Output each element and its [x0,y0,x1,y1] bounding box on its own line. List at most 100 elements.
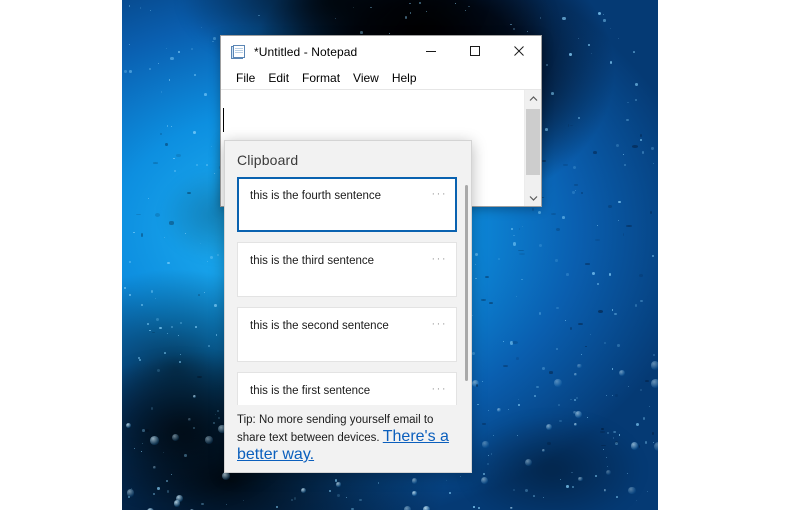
wallpaper-bubble [171,433,180,442]
wallpaper-speck [200,502,204,506]
chevron-down-icon[interactable] [525,189,541,206]
menu-item-edit[interactable]: Edit [262,70,296,87]
wallpaper-speck [555,259,558,262]
wallpaper-speck [216,410,219,413]
more-options-icon[interactable]: ··· [432,254,448,265]
wallpaper-speck [503,341,505,343]
wallpaper-bubble [125,422,132,429]
wallpaper-speck [609,27,611,29]
wallpaper-speck [643,417,646,420]
wallpaper-speck [337,493,341,497]
clipboard-scrollbar[interactable] [465,185,468,381]
wallpaper-speck [607,466,608,467]
menu-item-help[interactable]: Help [386,70,424,87]
wallpaper-bubble [650,361,658,371]
wallpaper-speck [184,453,188,457]
wallpaper-speck [617,200,621,204]
wallpaper-bubble [192,395,196,399]
wallpaper-speck [537,211,541,215]
wallpaper-fleck [518,249,524,252]
wallpaper-bubble [546,423,553,430]
wallpaper-bubble [205,436,213,445]
wallpaper-speck [565,319,567,321]
wallpaper-speck [360,30,364,34]
clipboard-item[interactable]: this is the second sentence ··· [237,307,457,362]
wallpaper-speck [124,287,126,289]
wallpaper-bubble [126,489,135,497]
wallpaper-speck [623,163,627,167]
notepad-titlebar[interactable]: *Untitled - Notepad [221,36,541,67]
wallpaper-speck [200,27,202,29]
wallpaper-speck [486,463,489,466]
clipboard-item[interactable]: this is the fourth sentence ··· [237,177,457,232]
menu-item-format[interactable]: Format [296,70,347,87]
chevron-up-icon[interactable] [525,90,541,107]
wallpaper-speck [574,399,577,402]
minimize-button[interactable] [409,36,453,66]
wallpaper-speck [472,315,474,317]
more-options-icon[interactable]: ··· [432,189,448,200]
wallpaper-speck [203,291,205,293]
wallpaper-fleck [197,293,200,296]
wallpaper-speck [628,385,629,387]
wallpaper-speck [574,189,577,192]
scrollbar-thumb[interactable] [526,109,540,175]
wallpaper-speck [589,333,591,335]
wallpaper-speck [614,430,617,433]
clipboard-item[interactable]: this is the third sentence ··· [237,242,457,297]
wallpaper-speck [138,358,141,361]
wallpaper-fleck [578,322,584,326]
wallpaper-speck [213,422,216,425]
wallpaper-bubble [573,411,577,415]
wallpaper-bubble [541,448,545,453]
wallpaper-fleck [581,191,584,195]
wallpaper-speck [634,304,638,308]
wallpaper-speck [157,486,160,490]
wallpaper-fleck [595,238,601,241]
wallpaper-fleck [626,225,633,227]
wallpaper-fleck [480,299,487,302]
wallpaper-speck [490,453,493,455]
wallpaper-speck [559,419,563,423]
wallpaper-speck [170,126,172,127]
wallpaper-fleck [592,151,597,154]
wallpaper-bubble [605,469,612,476]
wallpaper-fleck [563,164,569,166]
wallpaper-fleck [519,227,521,230]
maximize-button[interactable] [453,36,497,66]
wallpaper-speck [167,333,169,335]
wallpaper-fleck [600,444,607,447]
wallpaper-speck [545,128,548,131]
wallpaper-speck [543,497,545,499]
wallpaper-speck [209,256,213,260]
wallpaper-speck [526,30,528,32]
wallpaper-speck [653,163,654,165]
wallpaper-speck [388,32,390,34]
wallpaper-speck [612,437,615,439]
wallpaper-speck [184,232,187,235]
wallpaper-fleck [196,375,202,378]
wallpaper-speck [611,368,614,370]
wallpaper-speck [611,395,613,396]
wallpaper-fleck [615,440,619,444]
menu-item-file[interactable]: File [230,70,262,87]
more-options-icon[interactable]: ··· [432,384,448,395]
wallpaper-speck [124,70,127,73]
more-options-icon[interactable]: ··· [432,319,448,330]
wallpaper-speck [129,44,131,46]
notepad-icon [230,44,246,60]
wallpaper-bubble [650,378,658,388]
wallpaper-speck [603,19,606,22]
wallpaper-speck [290,499,293,502]
wallpaper-speck [128,293,132,297]
wallpaper-speck [578,38,580,40]
notepad-vertical-scrollbar[interactable] [524,90,541,206]
wallpaper-speck [179,360,182,363]
wallpaper-speck [615,441,619,445]
wallpaper-speck [536,385,539,389]
close-button[interactable] [497,36,541,66]
wallpaper-fleck [476,384,479,388]
menu-item-view[interactable]: View [347,70,386,87]
wallpaper-speck [570,398,572,400]
wallpaper-speck [472,351,476,355]
